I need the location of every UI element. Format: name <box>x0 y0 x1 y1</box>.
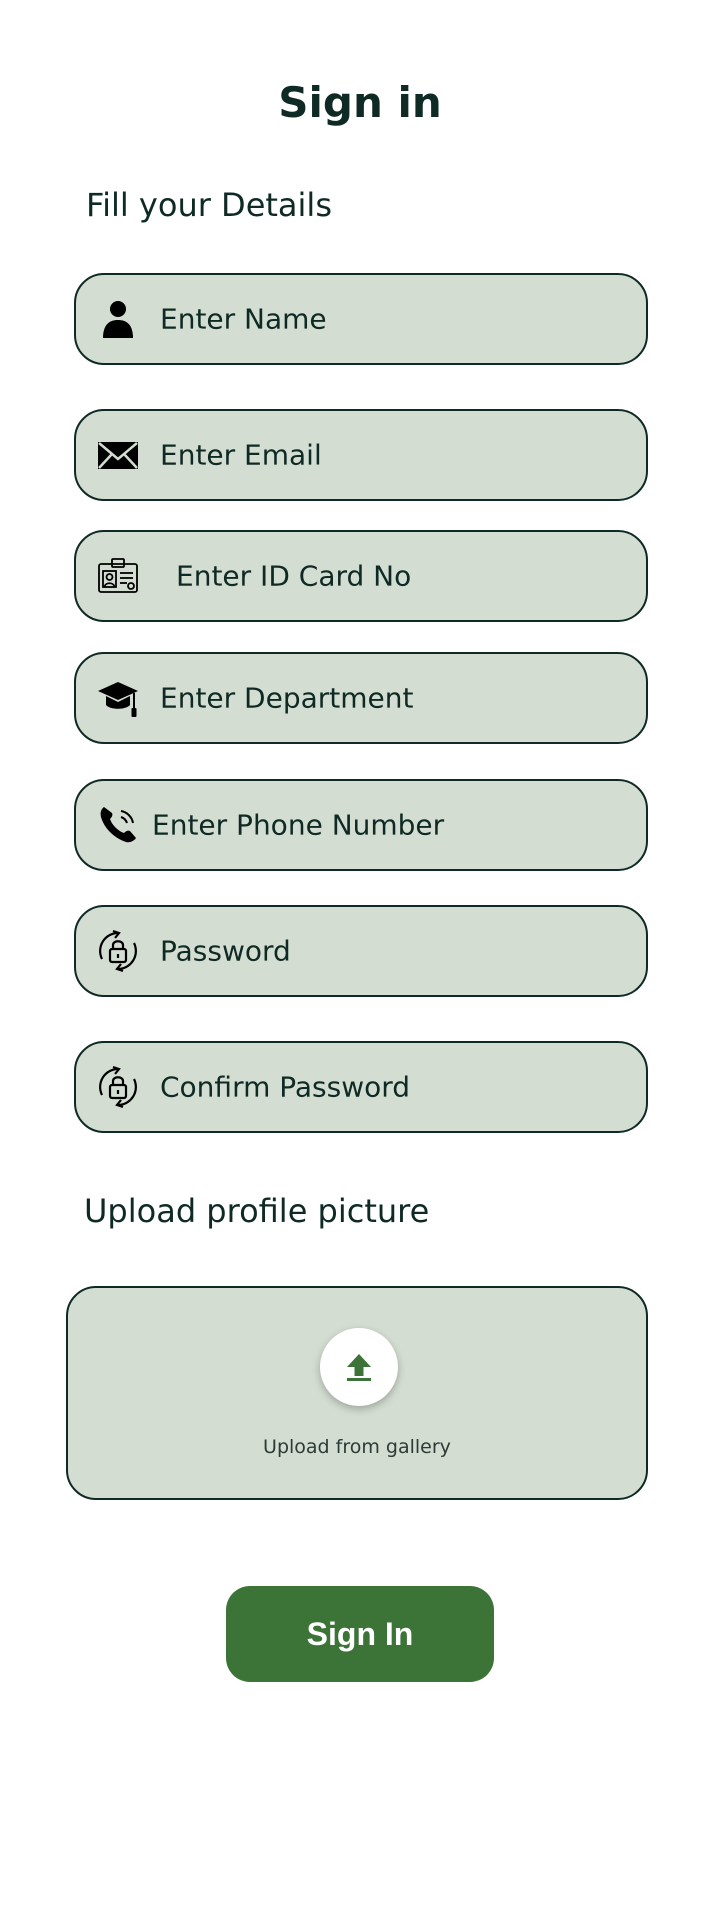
id-card-field[interactable]: Enter ID Card No <box>74 530 648 622</box>
confirm-password-field[interactable]: Confirm Password <box>74 1041 648 1133</box>
person-icon <box>96 297 140 341</box>
upload-button[interactable] <box>320 1328 398 1406</box>
id-card-placeholder: Enter ID Card No <box>176 559 412 593</box>
name-field[interactable]: Enter Name <box>74 273 648 365</box>
password-field[interactable]: Password <box>74 905 648 997</box>
lock-refresh-icon <box>96 1065 140 1109</box>
name-placeholder: Enter Name <box>160 302 327 336</box>
sign-in-button[interactable]: Sign In <box>226 1586 494 1682</box>
graduation-cap-icon <box>96 676 140 720</box>
id-card-icon <box>96 554 140 598</box>
department-field[interactable]: Enter Department <box>74 652 648 744</box>
page-title: Sign in <box>278 78 442 127</box>
email-field[interactable]: Enter Email <box>74 409 648 501</box>
confirm-password-placeholder: Confirm Password <box>160 1070 411 1104</box>
phone-placeholder: Enter Phone Number <box>152 808 445 842</box>
upload-area[interactable]: Upload from gallery <box>66 1286 648 1500</box>
upload-caption: Upload from gallery <box>263 1436 451 1458</box>
upload-arrow-icon <box>342 1350 376 1384</box>
lock-refresh-icon <box>96 929 140 973</box>
phone-field[interactable]: Enter Phone Number <box>74 779 648 871</box>
details-label: Fill your Details <box>86 186 332 224</box>
upload-label: Upload profile picture <box>84 1192 430 1230</box>
password-placeholder: Password <box>160 934 291 968</box>
phone-icon <box>96 803 140 847</box>
email-placeholder: Enter Email <box>160 438 322 472</box>
department-placeholder: Enter Department <box>160 681 414 715</box>
envelope-icon <box>96 433 140 477</box>
